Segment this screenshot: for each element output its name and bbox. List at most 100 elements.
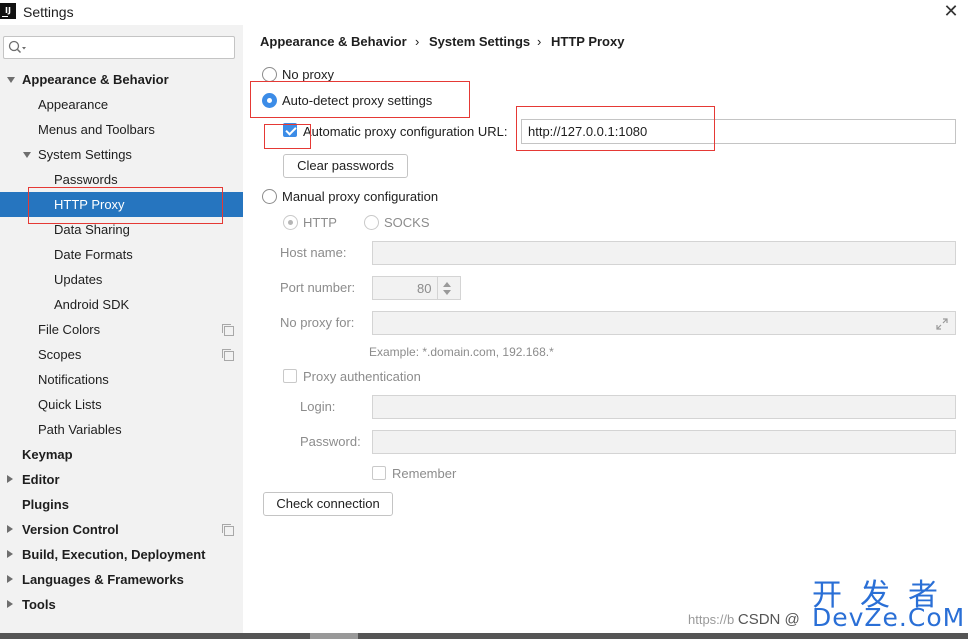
login-field[interactable] <box>372 395 956 419</box>
example-hint: Example: *.domain.com, 192.168.* <box>369 345 554 359</box>
manual-proxy-radio[interactable] <box>262 189 277 204</box>
login-label: Login: <box>300 399 336 414</box>
copy-icon <box>222 324 234 336</box>
stepper-down-icon[interactable] <box>443 290 451 295</box>
sidebar-item-label: Path Variables <box>38 422 122 437</box>
sidebar-item-label: Tools <box>22 597 56 612</box>
clear-passwords-button[interactable]: Clear passwords <box>283 154 408 178</box>
proxy-auth-checkbox[interactable] <box>283 369 297 383</box>
password-label: Password: <box>300 434 361 449</box>
sidebar-item-date-formats[interactable]: Date Formats <box>0 242 243 267</box>
sidebar-item-label: Updates <box>54 272 103 287</box>
intellij-logo-icon: IJ <box>0 3 16 19</box>
breadcrumb-item-system-settings: System Settings <box>429 34 531 49</box>
sidebar-item-languages-frameworks[interactable]: Languages & Frameworks <box>0 567 243 592</box>
sidebar-item-label: Android SDK <box>54 297 130 312</box>
stepper-divider <box>437 277 438 299</box>
sidebar-item-notifications[interactable]: Notifications <box>0 367 243 392</box>
stepper-up-icon[interactable] <box>443 282 451 287</box>
sidebar-item-label: Scopes <box>38 347 82 362</box>
chevron-right-icon[interactable] <box>7 600 13 608</box>
watermark-url: https://b <box>688 612 735 627</box>
sidebar-item-passwords[interactable]: Passwords <box>0 167 243 192</box>
sidebar-item-appearance[interactable]: Appearance <box>0 92 243 117</box>
no-proxy-label: No proxy <box>282 67 335 82</box>
auto-config-url-checkbox[interactable] <box>283 123 297 137</box>
sidebar-item-data-sharing[interactable]: Data Sharing <box>0 217 243 242</box>
sidebar-item-editor[interactable]: Editor <box>0 467 243 492</box>
sidebar-item-tools[interactable]: Tools <box>0 592 243 617</box>
sidebar-item-label: Languages & Frameworks <box>22 572 184 587</box>
scrollbar-thumb[interactable] <box>310 633 358 639</box>
chevron-down-icon[interactable] <box>7 77 15 83</box>
no-proxy-radio[interactable] <box>262 67 277 82</box>
chevron-right-icon[interactable] <box>7 475 13 483</box>
horizontal-scrollbar[interactable] <box>0 633 968 639</box>
auto-config-url-label: Automatic proxy configuration URL: <box>303 124 508 139</box>
breadcrumb-separator: › <box>415 34 420 49</box>
check-connection-button[interactable]: Check connection <box>263 492 393 516</box>
host-name-label: Host name: <box>280 245 347 260</box>
expand-icon[interactable] <box>935 317 949 331</box>
sidebar-item-plugins[interactable]: Plugins <box>0 492 243 517</box>
remember-checkbox[interactable] <box>372 466 386 480</box>
auto-config-url-value: http://127.0.0.1:1080 <box>528 124 648 139</box>
sidebar-item-http-proxy[interactable]: HTTP Proxy <box>0 192 243 217</box>
search-input[interactable] <box>3 36 235 59</box>
port-number-stepper[interactable]: 80 <box>372 276 461 300</box>
socks-radio[interactable] <box>364 215 379 230</box>
title-bar <box>0 0 968 25</box>
sidebar-item-label: Appearance & Behavior <box>22 72 169 87</box>
sidebar-item-label: Notifications <box>38 372 109 387</box>
http-radio[interactable] <box>283 215 298 230</box>
chevron-right-icon[interactable] <box>7 525 13 533</box>
sidebar-item-scopes[interactable]: Scopes <box>0 342 243 367</box>
no-proxy-for-field[interactable] <box>372 311 956 335</box>
host-name-field[interactable] <box>372 241 956 265</box>
copy-icon <box>222 349 234 361</box>
window-title: Settings <box>23 4 74 20</box>
port-number-label: Port number: <box>280 280 356 295</box>
auto-detect-label: Auto-detect proxy settings <box>282 93 433 108</box>
sidebar-item-label: Plugins <box>22 497 69 512</box>
sidebar-item-system-settings[interactable]: System Settings <box>0 142 243 167</box>
password-field[interactable] <box>372 430 956 454</box>
sidebar-item-updates[interactable]: Updates <box>0 267 243 292</box>
settings-sidebar: Appearance & Behavior Appearance Menus and… <box>0 25 243 633</box>
sidebar-item-label: File Colors <box>38 322 101 337</box>
chevron-down-icon[interactable] <box>23 152 31 158</box>
sidebar-item-quick-lists[interactable]: Quick Lists <box>0 392 243 417</box>
sidebar-item-file-colors[interactable]: File Colors <box>0 317 243 342</box>
copy-icon <box>222 524 234 536</box>
sidebar-item-keymap[interactable]: Keymap <box>0 442 243 467</box>
chevron-right-icon[interactable] <box>7 550 13 558</box>
sidebar-item-label: Version Control <box>22 522 119 537</box>
search-icon <box>8 40 26 54</box>
sidebar-item-appearance-behavior[interactable]: Appearance & Behavior <box>0 67 243 92</box>
sidebar-item-version-control[interactable]: Version Control <box>0 517 243 542</box>
socks-label: SOCKS <box>384 215 430 230</box>
csdn-watermark: https://b CSDN @ <box>688 611 800 628</box>
breadcrumb-item-appearance-behavior: Appearance & Behavior <box>260 34 407 49</box>
manual-proxy-label: Manual proxy configuration <box>282 189 439 204</box>
auto-config-url-field[interactable]: http://127.0.0.1:1080 <box>521 119 956 144</box>
sidebar-item-label: Date Formats <box>54 247 133 262</box>
auto-detect-radio[interactable] <box>262 93 277 108</box>
sidebar-item-label: System Settings <box>38 147 132 162</box>
sidebar-item-label: Passwords <box>54 172 118 187</box>
watermark-csdn-label: CSDN @ <box>737 611 800 628</box>
sidebar-item-label: Quick Lists <box>38 397 102 412</box>
close-icon[interactable]: ✕ <box>942 2 960 20</box>
sidebar-item-menus-and-toolbars[interactable]: Menus and Toolbars <box>0 117 243 142</box>
sidebar-item-android-sdk[interactable]: Android SDK <box>0 292 243 317</box>
remember-label: Remember <box>392 466 457 481</box>
chevron-right-icon[interactable] <box>7 575 13 583</box>
proxy-auth-label: Proxy authentication <box>303 369 421 384</box>
sidebar-item-label: Appearance <box>38 97 109 112</box>
sidebar-item-path-variables[interactable]: Path Variables <box>0 417 243 442</box>
no-proxy-for-label: No proxy for: <box>280 315 355 330</box>
sidebar-item-label: Data Sharing <box>54 222 130 237</box>
sidebar-item-label: Keymap <box>22 447 73 462</box>
sidebar-item-build-execution-deployment[interactable]: Build, Execution, Deployment <box>0 542 243 567</box>
watermark-brand-text: DevZe.CoM <box>812 603 966 632</box>
